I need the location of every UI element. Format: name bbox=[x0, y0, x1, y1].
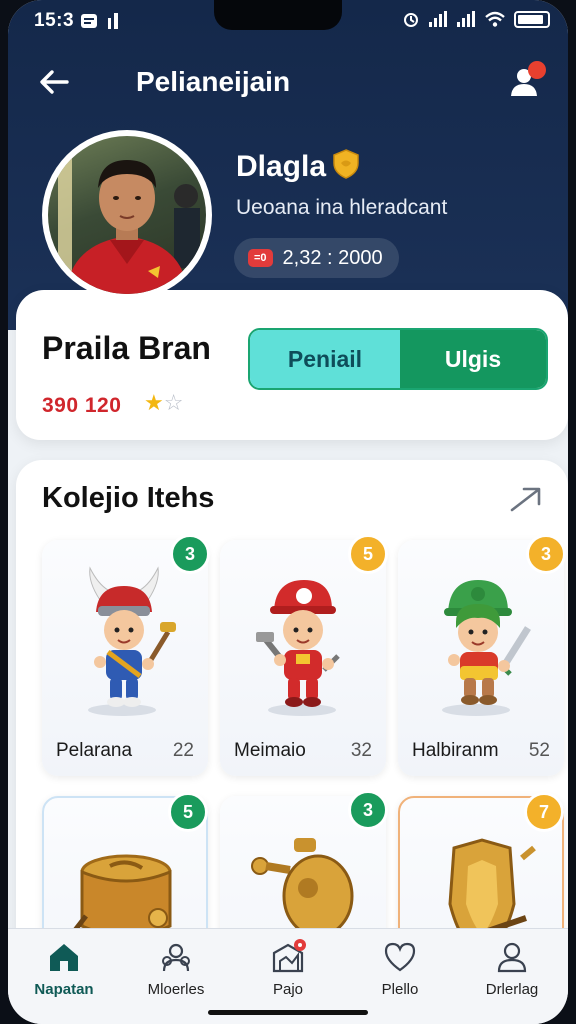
collection-card: Kolejio Itehs 3 Pelarana 22 5 Meimaio 32… bbox=[16, 460, 568, 1024]
item-badge: 3 bbox=[348, 790, 388, 830]
stat-chip: =0 2,32 : 2000 bbox=[234, 238, 399, 278]
heart-icon bbox=[384, 942, 416, 972]
star-empty-icon: ☆ bbox=[163, 390, 184, 415]
item-badge: 7 bbox=[524, 792, 564, 832]
status-right-icons bbox=[402, 10, 550, 28]
stat-chip-value: 2,32 : 2000 bbox=[282, 246, 383, 269]
verified-shield-icon bbox=[333, 149, 359, 179]
nav-label: Plello bbox=[381, 981, 419, 998]
back-arrow-icon[interactable] bbox=[34, 62, 74, 102]
toggle-option-right[interactable]: Ulgis bbox=[400, 330, 546, 388]
red-fighter-figure bbox=[256, 580, 340, 716]
item-count: 52 bbox=[528, 740, 550, 761]
item-name: Pelarana bbox=[56, 740, 133, 761]
collection-item[interactable]: 3 Halbiranm 52 bbox=[398, 534, 566, 776]
account-notification-icon[interactable] bbox=[504, 60, 548, 100]
wifi-icon bbox=[485, 11, 505, 27]
item-count: 32 bbox=[350, 740, 372, 761]
arrow-expand-icon[interactable] bbox=[508, 482, 548, 516]
nav-label: Drlerlag bbox=[485, 981, 539, 998]
home-icon bbox=[50, 944, 78, 971]
collection-item[interactable]: 5 Meimaio 32 bbox=[220, 534, 388, 776]
signal-icon-2 bbox=[457, 11, 475, 27]
collection-item[interactable]: 3 Pelarana 22 bbox=[42, 534, 210, 776]
nav-item-profile[interactable]: Drlerlag bbox=[456, 929, 568, 1024]
item-name: Meimaio bbox=[234, 740, 306, 761]
top-app-bar: Pelianeijain bbox=[8, 52, 568, 112]
summary-card: Praila Bran 390 120 ★☆ Peniail Ulgis bbox=[16, 290, 568, 440]
nav-item-home[interactable]: Napatan bbox=[8, 929, 120, 1024]
phone-screen: 15:3 Pelianeijain Dlagla Ueoana ina hler… bbox=[8, 0, 568, 1024]
user-icon bbox=[497, 942, 527, 973]
avatar-frame[interactable] bbox=[42, 130, 212, 300]
battery-icon bbox=[514, 10, 550, 28]
message-icon bbox=[81, 14, 97, 28]
summary-title: Praila Bran bbox=[42, 330, 211, 366]
green-helmet-figure bbox=[442, 580, 531, 716]
item-name: Halbiranm bbox=[412, 740, 499, 761]
avatar-portrait bbox=[58, 156, 200, 294]
users-icon bbox=[162, 943, 190, 972]
nav-label: Pajo bbox=[272, 981, 304, 998]
page-title: Pelianeijain bbox=[136, 66, 291, 97]
collection-title: Kolejio Itehs bbox=[42, 482, 215, 514]
avatar bbox=[48, 136, 206, 294]
home-indicator[interactable] bbox=[208, 1010, 368, 1015]
signal-icon bbox=[429, 11, 447, 27]
status-time: 15:3 bbox=[34, 10, 75, 31]
segmented-toggle: Peniail Ulgis bbox=[248, 328, 548, 390]
stat-chip-badge: =0 bbox=[248, 249, 273, 267]
item-badge: 5 bbox=[348, 534, 388, 574]
item-badge: 5 bbox=[168, 792, 208, 832]
item-badge: 3 bbox=[526, 534, 566, 574]
item-count: 22 bbox=[172, 740, 194, 761]
user-name: Dlagla bbox=[236, 150, 327, 183]
item-badge: 3 bbox=[170, 534, 210, 574]
status-left-icon-group bbox=[80, 12, 120, 30]
alarm-icon bbox=[404, 13, 418, 27]
score-value: 390 120 bbox=[42, 394, 122, 417]
nav-label: Napatan bbox=[34, 981, 94, 998]
toggle-option-left[interactable]: Peniail bbox=[250, 330, 400, 388]
viking-warrior-figure bbox=[88, 566, 176, 716]
store-icon bbox=[272, 939, 306, 973]
star-filled-icon: ★ bbox=[144, 390, 164, 415]
data-icon bbox=[108, 13, 118, 29]
nav-label: Mloerles bbox=[147, 981, 205, 998]
user-subtitle: Ueoana ina hleradcant bbox=[236, 196, 448, 219]
rating-stars: ★☆ bbox=[144, 390, 183, 416]
